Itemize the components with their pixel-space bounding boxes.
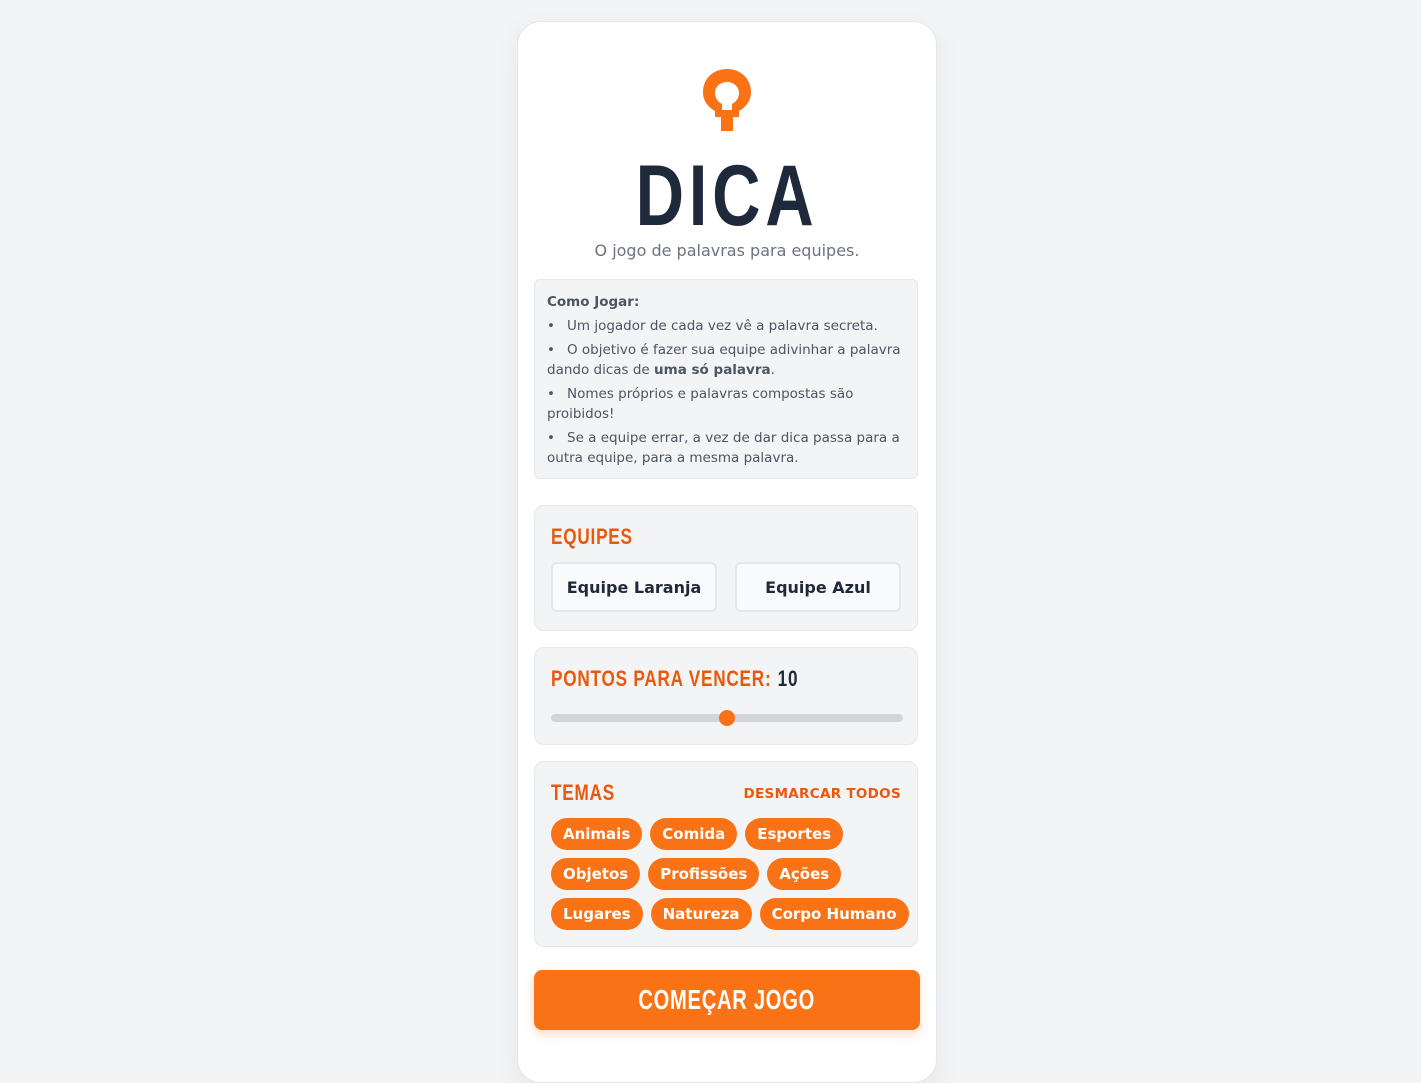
points-section: PONTOS PARA VENCER: 10 xyxy=(534,647,918,745)
bullet-icon: • xyxy=(547,430,555,446)
bullet-icon: • xyxy=(547,318,555,334)
themes-section: TEMAS DESMARCAR TODOS Animais Comida Esp… xyxy=(534,761,918,947)
how-to-play-box: Como Jogar: • Um jogador de cada vez vê a… xyxy=(534,279,918,479)
slider-thumb[interactable] xyxy=(719,710,735,726)
theme-chip-acoes[interactable]: Ações xyxy=(767,858,842,890)
theme-chip-natureza[interactable]: Natureza xyxy=(650,898,752,930)
points-slider[interactable] xyxy=(551,710,903,726)
themes-title: TEMAS xyxy=(551,780,615,805)
rule-text-end: . xyxy=(770,362,775,378)
rule-emphasis: uma só palavra xyxy=(654,362,771,378)
rules-list: • Um jogador de cada vez vê a palavra sec… xyxy=(547,316,905,468)
chip-row: Objetos Profissões Ações xyxy=(551,858,903,890)
bullet-icon: • xyxy=(547,386,555,402)
setup-card: DICA O jogo de palavras para equipes. Co… xyxy=(517,21,937,1083)
theme-chips: Animais Comida Esportes Objetos Profissõ… xyxy=(551,818,909,938)
rule-text: Um jogador de cada vez vê a palavra secr… xyxy=(567,318,878,334)
lightbulb-icon xyxy=(703,69,751,131)
chip-row: Lugares Natureza Corpo Humano xyxy=(551,898,909,930)
points-title: PONTOS PARA VENCER: 10 xyxy=(551,666,798,692)
rule-item: • O objetivo é fazer sua equipe adivinhar… xyxy=(547,340,905,380)
rule-text: Nomes próprios e palavras compostas são … xyxy=(547,386,854,422)
theme-chip-animais[interactable]: Animais xyxy=(551,818,643,850)
rule-item: • Um jogador de cada vez vê a palavra sec… xyxy=(547,316,905,336)
deselect-all-button[interactable]: DESMARCAR TODOS xyxy=(744,786,901,802)
points-label: PONTOS PARA VENCER: xyxy=(551,666,772,691)
start-game-button[interactable]: COMEÇAR JOGO xyxy=(534,970,920,1030)
team-blue-button[interactable]: Equipe Azul xyxy=(735,562,901,612)
teams-section: EQUIPES Equipe Laranja Equipe Azul xyxy=(534,505,918,631)
theme-chip-corpo-humano[interactable]: Corpo Humano xyxy=(759,898,909,930)
rule-item: • Nomes próprios e palavras compostas são… xyxy=(547,384,905,424)
rules-heading: Como Jogar: xyxy=(547,294,640,310)
chip-row: Animais Comida Esportes xyxy=(551,818,903,850)
theme-chip-esportes[interactable]: Esportes xyxy=(745,818,844,850)
theme-chip-objetos[interactable]: Objetos xyxy=(551,858,641,890)
app-title: DICA xyxy=(635,148,819,244)
theme-chip-lugares[interactable]: Lugares xyxy=(551,898,643,930)
theme-chip-profissoes[interactable]: Profissões xyxy=(648,858,760,890)
rule-text: Se a equipe errar, a vez de dar dica pas… xyxy=(547,430,900,466)
points-value: 10 xyxy=(777,666,799,691)
teams-title: EQUIPES xyxy=(551,524,633,549)
theme-chip-comida[interactable]: Comida xyxy=(650,818,738,850)
bullet-icon: • xyxy=(547,342,555,358)
team-orange-button[interactable]: Equipe Laranja xyxy=(551,562,717,612)
start-game-label: COMEÇAR JOGO xyxy=(638,984,816,1015)
rule-item: • Se a equipe errar, a vez de dar dica pa… xyxy=(547,428,905,468)
app-subtitle: O jogo de palavras para equipes. xyxy=(594,241,860,260)
